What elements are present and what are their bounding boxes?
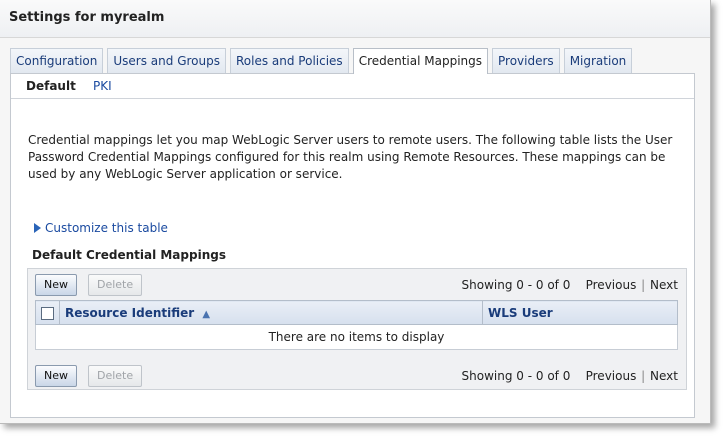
column-resource-identifier[interactable]: Resource Identifier ▲ [59,300,483,325]
delete-button-top[interactable]: Delete [88,274,143,296]
settings-window: Settings for myrealm Configuration Users… [0,0,711,424]
tab-bar: Configuration Users and Groups Roles and… [10,48,636,74]
customize-table-link[interactable]: Customize this table [34,221,168,235]
column-user-label: WLS User [488,305,553,320]
expand-triangle-icon [34,223,41,233]
page-title: Settings for myrealm [9,10,165,25]
subtab-pki[interactable]: PKI [93,79,112,93]
empty-message: There are no items to display [35,324,678,350]
sort-ascending-icon[interactable]: ▲ [202,309,210,320]
pager-top: Showing 0 - 0 of 0 Previous | Next [462,278,678,292]
pager-next[interactable]: Next [650,369,678,383]
select-all-checkbox[interactable] [41,306,54,320]
page-header: Settings for myrealm [0,0,710,38]
description-text: Credential mappings let you map WebLogic… [28,133,673,181]
content-panel: Default PKI Credential mappings let you … [10,73,695,418]
new-button-bottom[interactable]: New [35,365,77,387]
pager-previous[interactable]: Previous [586,369,637,383]
mappings-table-container: New Delete Showing 0 - 0 of 0 Previous |… [27,268,687,390]
pager-showing: Showing 0 - 0 of 0 [461,278,571,292]
table-row: There are no items to display [35,324,678,350]
pager-separator: | [641,369,646,383]
tab-migration[interactable]: Migration [563,48,633,73]
subtab-default[interactable]: Default [26,79,76,93]
new-button-top[interactable]: New [35,274,77,296]
pager-separator: | [641,278,646,292]
pager-showing: Showing 0 - 0 of 0 [461,369,571,383]
tab-roles-and-policies[interactable]: Roles and Policies [229,48,349,73]
tab-credential-mappings[interactable]: Credential Mappings [352,48,489,74]
select-all-cell [35,300,60,325]
section-title: Default Credential Mappings [32,248,226,262]
delete-button-bottom[interactable]: Delete [88,365,143,387]
settings-body: Configuration Users and Groups Roles and… [0,38,710,423]
subtab-bar: Default PKI [11,74,694,99]
mappings-table: Resource Identifier ▲ WLS User There are… [35,300,678,350]
table-header-row: Resource Identifier ▲ WLS User [35,300,678,325]
column-wls-user[interactable]: WLS User [482,300,678,325]
tab-users-and-groups[interactable]: Users and Groups [107,48,226,73]
pager-next[interactable]: Next [650,278,678,292]
tab-configuration[interactable]: Configuration [10,48,104,73]
tab-providers[interactable]: Providers [492,48,560,73]
customize-table-label: Customize this table [45,221,168,235]
pager-bottom: Showing 0 - 0 of 0 Previous | Next [462,369,678,383]
pager-previous[interactable]: Previous [586,278,637,292]
column-resource-label: Resource Identifier [65,305,195,320]
